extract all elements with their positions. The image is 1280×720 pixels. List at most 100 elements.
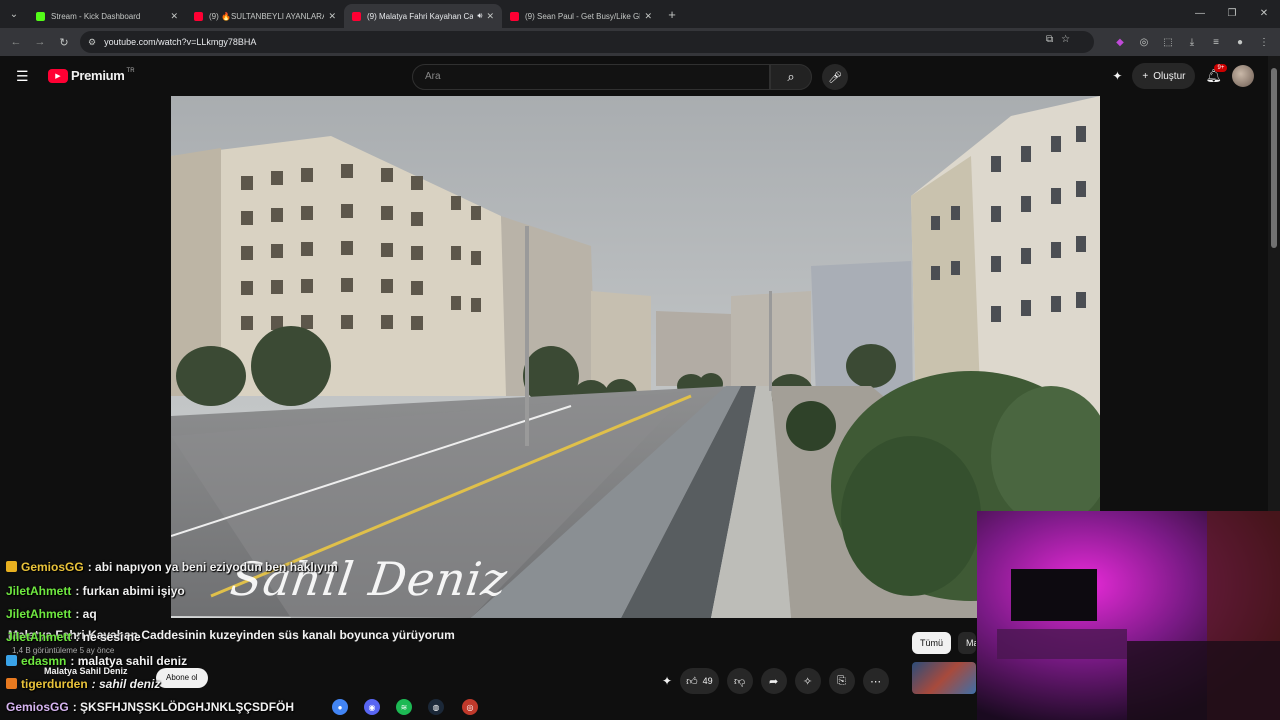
menu-icon[interactable]: ☰ [16, 68, 29, 85]
close-tab-icon[interactable]: ✕ [170, 11, 178, 22]
chat-text: : ne sesi ne [75, 630, 141, 644]
chip-more[interactable]: Ma [958, 632, 976, 654]
voice-search-button[interactable]: 🎤︎ [822, 64, 848, 90]
chat-text: : sahil deniz [91, 677, 161, 691]
search-input[interactable]: Ara [412, 64, 770, 90]
create-button[interactable]: + Oluştur [1132, 63, 1196, 89]
mic-icon: 🎤︎ [828, 71, 842, 84]
thumbs-up-icon: 👍︎ [686, 675, 698, 688]
chip-all[interactable]: Tümü [912, 632, 952, 654]
back-icon[interactable]: ← [4, 36, 28, 48]
thumbs-down-icon: 👎︎ [733, 675, 746, 688]
tab-title: (9) 🔥SULTANBEYLI AYANLARA [209, 11, 325, 21]
sub-badge-icon [6, 655, 17, 666]
url-text: youtube.com/watch?v=LLkmgy78BHA [104, 37, 257, 47]
minimize-icon[interactable]: — [1184, 0, 1216, 28]
subscribe-button[interactable]: Abone ol [156, 668, 208, 688]
chat-username: edasmn [21, 654, 67, 668]
close-tab-icon[interactable]: ✕ [486, 11, 494, 22]
forward-icon[interactable]: → [28, 36, 52, 48]
close-window-icon[interactable]: ✕ [1248, 0, 1280, 28]
search-button[interactable]: ⌕ [770, 64, 812, 90]
sparkle-icon[interactable]: ✦ [662, 674, 672, 688]
more-icon: ⋯ [870, 675, 882, 688]
tab-title: Stream - Kick Dashboard [51, 11, 141, 21]
header-actions: ✦ + Oluştur 🔔︎ 9+ [1112, 63, 1254, 89]
more-actions-button[interactable]: ⋯ [862, 668, 889, 694]
youtube-favicon-icon [510, 11, 519, 21]
browser-tab-sultanbeyli[interactable]: (9) 🔥SULTANBEYLI AYANLARA ✕ [186, 4, 344, 28]
dislike-button[interactable]: 👎︎ [726, 668, 753, 694]
omnibox-actions: ⧉ ☆ [1046, 34, 1070, 45]
chat-message: tigerdurden: sahil deniz [6, 677, 160, 691]
browser-tab-sean-paul[interactable]: (9) Sean Paul - Get Busy/Like Gl ✕ [502, 4, 660, 28]
video-player[interactable]: Sahil Deniz [171, 96, 1100, 618]
save-button[interactable]: ⎘ [828, 668, 855, 694]
chat-text: : aq [75, 607, 97, 621]
studio-icon[interactable]: ✦ [1112, 69, 1122, 83]
profile-icon[interactable]: ● [1228, 37, 1252, 48]
chat-message: GemiosGG: abi napıyon ya beni eziyodun b… [6, 560, 338, 574]
browser-tab-strip: ⌄ Stream - Kick Dashboard ✕ (9) 🔥SULTANB… [0, 0, 1280, 28]
ai-sparkle-icon: ✧ [802, 675, 813, 688]
video-frame [171, 96, 1100, 618]
taskbar-overlay: ● ◉ ≋ ◍ ◎ [0, 696, 560, 720]
chat-message: JiletAhmett: furkan abimi işiyo [6, 584, 185, 598]
tab-title: (9) Malatya Fahri Kayahan Ca [367, 11, 474, 21]
chat-username: JiletAhmett [6, 630, 72, 644]
related-video-thumbnail[interactable] [912, 662, 976, 694]
scrollbar-thumb[interactable] [1271, 68, 1277, 248]
download-icon[interactable]: ⤓ [1180, 37, 1204, 48]
search-icon: ⌕ [787, 69, 795, 84]
youtube-header: ☰ ▶ Premium TR Ara ⌕ 🎤︎ ✦ + Oluştur 🔔︎ 9… [0, 56, 1280, 96]
playlist-icon[interactable]: ≡ [1204, 37, 1228, 48]
new-tab-button[interactable]: + [660, 2, 684, 26]
extension-icon[interactable]: ◆ [1108, 37, 1132, 48]
like-count: 49 [702, 676, 713, 686]
avatar[interactable] [1232, 65, 1254, 87]
brand-label: Premium [71, 68, 125, 83]
gamepad-extension-icon[interactable]: ◎ [1132, 37, 1156, 48]
share-icon: ➦ [768, 675, 779, 688]
youtube-favicon-icon [194, 11, 203, 21]
steam-icon[interactable]: ◍ [428, 699, 444, 715]
install-app-icon[interactable]: ⧉ [1046, 34, 1053, 45]
ask-button[interactable]: ✧ [794, 668, 821, 694]
browser-tab-kick[interactable]: Stream - Kick Dashboard ✕ [28, 4, 186, 28]
tab-search-icon[interactable]: ⌄ [0, 0, 28, 28]
obs-icon[interactable]: ◎ [462, 699, 478, 715]
youtube-play-icon: ▶ [48, 68, 68, 83]
chat-username: JiletAhmett [6, 607, 72, 621]
chrome-icon[interactable]: ● [332, 699, 348, 715]
country-code: TR [126, 67, 135, 74]
crown-badge-icon [6, 561, 17, 572]
kick-favicon-icon [36, 11, 45, 21]
window-controls: — ❐ ✕ [1184, 0, 1280, 28]
browser-tab-malatya[interactable]: (9) Malatya Fahri Kayahan Ca 🔊︎ ✕ [344, 4, 502, 28]
site-info-icon[interactable]: ⚙ [88, 37, 96, 48]
toolbar-extensions: ◆ ◎ ⬚ ⤓ ≡ ● ⋮ [1108, 28, 1276, 56]
bookmark-icon: ⎘ [837, 674, 846, 687]
share-button[interactable]: ➦ [760, 668, 787, 694]
chat-text: : abi napıyon ya beni eziyodun ben haklı… [87, 560, 338, 574]
spotify-icon[interactable]: ≋ [396, 699, 412, 715]
restore-icon[interactable]: ❐ [1216, 0, 1248, 28]
bookmark-star-icon[interactable]: ☆ [1061, 34, 1070, 45]
extensions-puzzle-icon[interactable]: ⬚ [1156, 37, 1180, 48]
close-tab-icon[interactable]: ✕ [328, 11, 336, 22]
reload-icon[interactable]: ↻ [52, 36, 76, 49]
tab-title: (9) Sean Paul - Get Busy/Like Gl [525, 11, 641, 21]
chat-text: : malatya sahil deniz [70, 654, 188, 668]
discord-icon[interactable]: ◉ [364, 699, 380, 715]
like-button[interactable]: 👍︎ 49 [680, 668, 719, 694]
youtube-favicon-icon [352, 11, 361, 21]
notifications-button[interactable]: 🔔︎ 9+ [1205, 64, 1228, 84]
chat-message: JiletAhmett: aq [6, 607, 97, 621]
youtube-logo[interactable]: ▶ Premium TR [48, 68, 135, 83]
chat-message: edasmn: malatya sahil deniz [6, 654, 187, 668]
audio-playing-icon[interactable]: 🔊︎ [477, 11, 482, 21]
browser-menu-icon[interactable]: ⋮ [1252, 37, 1276, 48]
address-bar[interactable]: ⚙ youtube.com/watch?v=LLkmgy78BHA [80, 31, 1094, 53]
chat-username: GemiosGG [21, 560, 84, 574]
close-tab-icon[interactable]: ✕ [644, 11, 652, 22]
